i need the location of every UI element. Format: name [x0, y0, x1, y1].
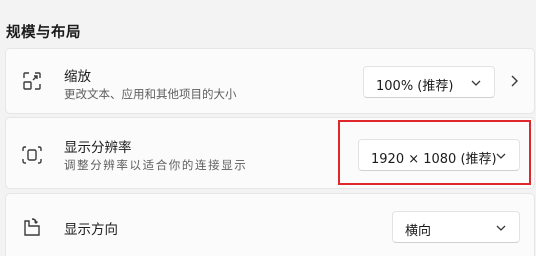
resolution-dropdown[interactable]: 1920 × 1080 (推荐): [358, 139, 520, 171]
orientation-title: 显示方向: [64, 222, 118, 238]
chevron-down-icon: [495, 222, 507, 234]
section-title: 规模与布局: [6, 25, 81, 41]
scale-dropdown[interactable]: 100% (推荐): [363, 66, 495, 98]
orientation-setting-card[interactable]: 显示方向 横向: [5, 193, 535, 256]
resolution-title: 显示分辨率: [64, 140, 132, 156]
orientation-dropdown-value: 横向: [405, 224, 432, 239]
scale-title: 缩放: [64, 69, 91, 85]
resolution-setting-card[interactable]: 显示分辨率 调整分辨率以适合你的连接显示 1920 × 1080 (推荐): [5, 117, 535, 189]
chevron-down-icon: [470, 77, 482, 89]
scale-dropdown-value: 100% (推荐): [376, 79, 454, 94]
chevron-right-icon[interactable]: [506, 73, 522, 89]
scale-setting-card[interactable]: 缩放 更改文本、应用和其他项目的大小 100% (推荐): [5, 48, 535, 114]
resolution-icon: [20, 143, 44, 167]
orientation-dropdown[interactable]: 横向: [392, 211, 520, 243]
scale-description: 更改文本、应用和其他项目的大小: [64, 87, 237, 101]
resolution-dropdown-value: 1920 × 1080 (推荐): [371, 152, 497, 167]
orientation-icon: [20, 216, 44, 240]
scale-icon: [20, 69, 44, 93]
resolution-description: 调整分辨率以适合你的连接显示: [64, 158, 248, 172]
chevron-down-icon: [495, 150, 507, 162]
